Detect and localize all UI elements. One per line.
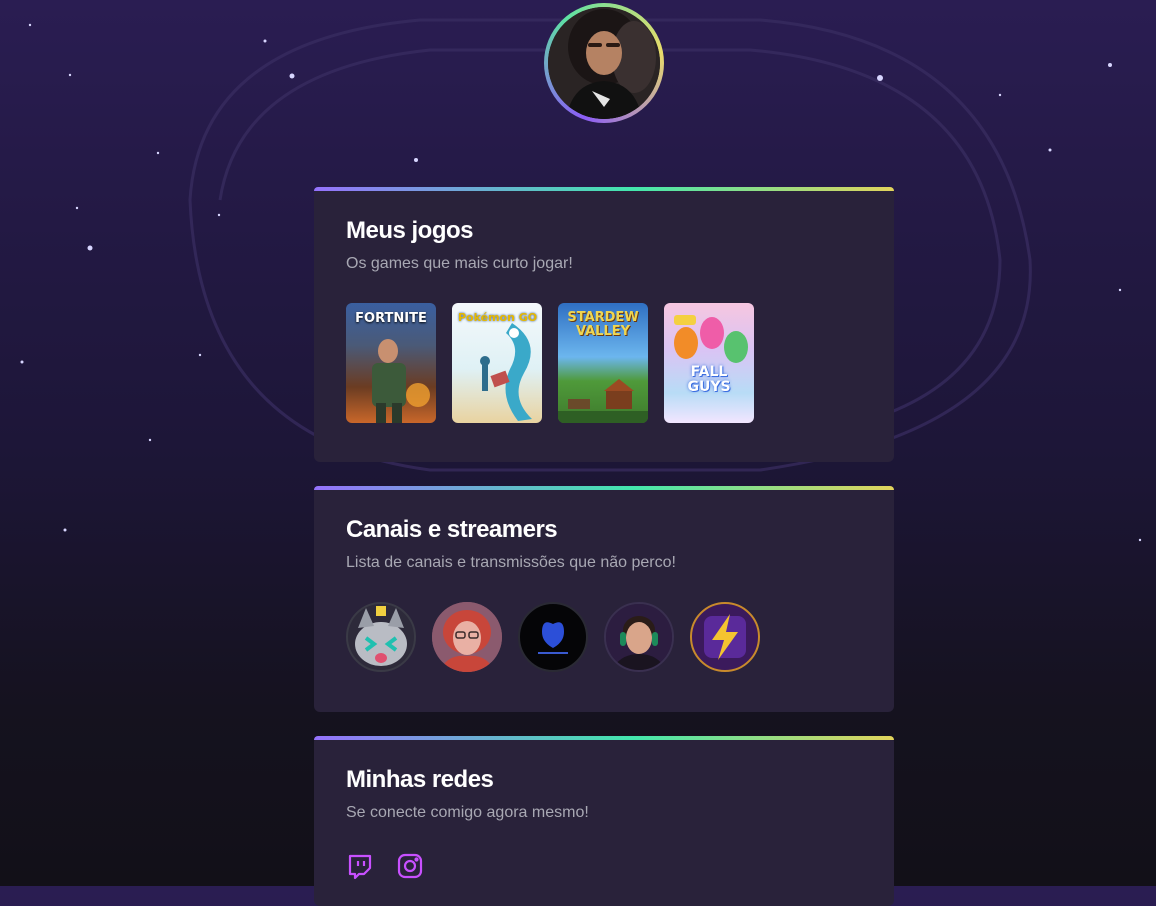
- streamers-title: Canais e streamers: [346, 516, 558, 543]
- games-subtitle: Os games que mais curto jogar!: [346, 255, 573, 272]
- streamers-list: [346, 602, 862, 672]
- streamer-headset[interactable]: [604, 602, 674, 672]
- socials-subtitle: Se conecte comigo agora mesmo!: [346, 804, 589, 821]
- streamers-subtitle: Lista de canais e transmissões que não p…: [346, 554, 676, 571]
- twitch-icon[interactable]: [346, 852, 374, 880]
- lightning-logo-icon: [704, 614, 746, 660]
- socials-title: Minhas redes: [346, 766, 494, 793]
- streamer-lightning[interactable]: [690, 602, 760, 672]
- game-stardew-valley[interactable]: STARDEW VALLEY: [558, 303, 648, 423]
- red-hair-streamer-icon: [432, 602, 502, 672]
- socials-list: [346, 852, 862, 880]
- blue-logo-icon: [538, 622, 568, 654]
- profile-photo-icon: [548, 7, 660, 119]
- game-fortnite[interactable]: FORTNITE: [346, 303, 436, 423]
- games-title: Meus jogos: [346, 217, 474, 244]
- socials-card: Minhas redes Se conecte comigo agora mes…: [314, 736, 894, 906]
- farm-icon: [558, 379, 648, 423]
- streamer-red-hair[interactable]: [432, 602, 502, 672]
- gyarados-icon: [480, 323, 532, 421]
- games-card: Meus jogos Os games que mais curto jogar…: [314, 187, 894, 462]
- games-list: FORTNITE Pokémon GO STARDEW VALLEY FALL …: [346, 303, 862, 423]
- fortnite-character-icon: [372, 339, 430, 423]
- fall-guys-characters-icon: [674, 315, 748, 363]
- instagram-icon[interactable]: [396, 852, 424, 880]
- streamers-card: Canais e streamers Lista de canais e tra…: [314, 486, 894, 712]
- headset-streamer-icon: [606, 604, 672, 670]
- cat-mascot-icon: [355, 606, 407, 666]
- game-fall-guys[interactable]: FALL GUYS: [664, 303, 754, 423]
- profile-avatar: [544, 3, 664, 123]
- streamer-blue-logo[interactable]: [518, 602, 588, 672]
- streamer-cat-mascot[interactable]: [346, 602, 416, 672]
- game-pokemon-go[interactable]: Pokémon GO: [452, 303, 542, 423]
